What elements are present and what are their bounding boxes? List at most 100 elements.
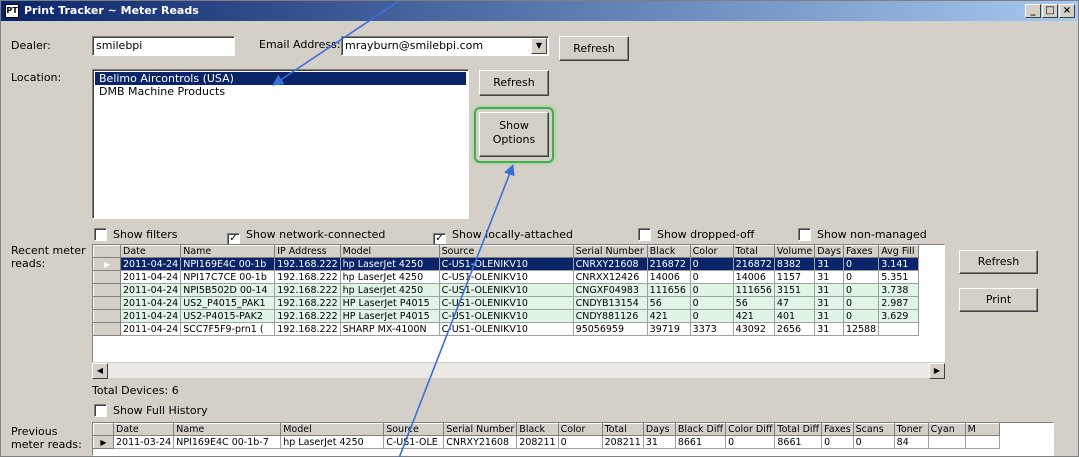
row-selector-arrow-icon[interactable] <box>93 283 121 297</box>
table-cell: CNGXF04983 <box>572 283 648 297</box>
table-cell: 208211 <box>601 435 644 449</box>
table-row[interactable]: 2011-04-24 US2_P4015_PAK1 192.168.222 HP La… <box>93 296 920 310</box>
highlight-ring <box>474 107 554 163</box>
row-selector-arrow-icon[interactable] <box>93 322 121 336</box>
table-cell: 31 <box>814 296 844 310</box>
column-header[interactable]: Source <box>438 245 574 258</box>
column-header[interactable]: Faxes <box>821 423 854 436</box>
scroll-right-arrow-icon[interactable]: ▶ <box>929 363 945 379</box>
column-header[interactable]: Total <box>601 423 644 436</box>
table-cell: C-US1-OLENIKV10 <box>438 296 574 310</box>
location-item-belimo[interactable]: Belimo Aircontrols (USA) <box>95 72 466 85</box>
row-selector-arrow-icon[interactable] <box>93 296 121 310</box>
table-row[interactable]: 2011-04-24 SCC7F5F9-prn1 (192.168.222 SHAR… <box>93 322 920 336</box>
column-header[interactable]: Volume <box>773 245 816 258</box>
column-header[interactable]: Color <box>557 423 603 436</box>
table-cell <box>927 435 966 449</box>
table-cell: 216872 <box>646 257 691 271</box>
table-cell: 8661 <box>774 435 823 449</box>
row-selector-arrow-icon[interactable]: ▶ <box>93 257 121 271</box>
column-header[interactable]: Color <box>689 245 734 258</box>
column-header[interactable]: Total Diff <box>774 423 823 436</box>
refresh-dealer-button[interactable]: Refresh <box>559 36 629 61</box>
table-cell: hp LaserJet 4250 <box>280 435 385 449</box>
recent-reads-label: Recent meter reads: <box>11 244 86 270</box>
table-cell: 192.168.222 <box>274 283 341 297</box>
checkbox-label: Show network-connected <box>246 228 386 241</box>
recent-horizontal-scrollbar[interactable]: ◀ ▶ <box>92 362 945 379</box>
email-select[interactable]: mrayburn@smilebpi.com ▼ <box>341 36 549 56</box>
minimize-button[interactable]: _ <box>1025 4 1041 18</box>
table-cell: 31 <box>814 270 844 284</box>
table-cell: 2011-04-24 <box>119 322 182 336</box>
table-row[interactable]: ▶ 2011-04-24 NPI169E4C 00-1b 192.168.222 hp … <box>93 257 920 271</box>
dealer-input[interactable]: smilebpi <box>92 36 235 56</box>
show-nonmanaged-checkbox[interactable]: Show non-managed <box>798 228 927 241</box>
table-cell: 401 <box>773 309 816 323</box>
table-cell: 8661 <box>674 435 727 449</box>
column-header[interactable]: Serial Number <box>572 245 648 258</box>
table-cell: 0 <box>842 296 880 310</box>
table-cell: 3151 <box>773 283 816 297</box>
column-header[interactable]: IP Address <box>274 245 341 258</box>
show-full-history-checkbox[interactable]: Show Full History <box>94 404 208 417</box>
title-bar[interactable]: PT Print Tracker ~ Meter Reads _ □ × <box>1 1 1078 21</box>
table-cell: C-US1-OLENIKV10 <box>438 270 574 284</box>
table-cell: 192.168.222 <box>274 322 341 336</box>
chevron-down-icon[interactable]: ▼ <box>531 38 547 54</box>
column-header[interactable]: Model <box>339 245 440 258</box>
table-cell: 0 <box>725 435 776 449</box>
row-selector-arrow-icon[interactable] <box>93 309 121 323</box>
column-header[interactable]: Serial Number <box>443 423 518 436</box>
column-header[interactable]: Avg Fill <box>878 245 920 258</box>
print-button[interactable]: Print <box>959 288 1038 312</box>
column-header[interactable]: Name <box>173 423 282 436</box>
row-header-corner <box>93 245 121 258</box>
table-cell: 0 <box>842 309 880 323</box>
column-header[interactable]: Total <box>732 245 775 258</box>
table-row[interactable]: 2011-04-24 NPI17C7CE 00-1b 192.168.222 hp L… <box>93 270 920 284</box>
column-header[interactable]: Name <box>180 245 276 258</box>
previous-reads-grid[interactable]: Date Name Model Source Serial Number Black Col… <box>92 422 1054 456</box>
location-list[interactable]: Belimo Aircontrols (USA) DMB Machine Pro… <box>92 69 469 219</box>
refresh-reads-button[interactable]: Refresh <box>959 250 1038 274</box>
table-row[interactable]: ▶ 2011-03-24 NPI169E4C 00-1b-7 hp LaserJet … <box>93 435 1000 449</box>
table-row[interactable]: 2011-04-24 US2-P4015-PAK2 192.168.222 HP La… <box>93 309 920 323</box>
column-header[interactable]: Date <box>119 245 182 258</box>
row-selector-arrow-icon[interactable]: ▶ <box>93 435 114 449</box>
column-header[interactable]: Source <box>383 423 445 436</box>
refresh-location-button[interactable]: Refresh <box>479 70 549 96</box>
column-header[interactable]: Days <box>642 423 676 436</box>
row-selector-arrow-icon[interactable] <box>93 270 121 284</box>
column-header[interactable]: Date <box>112 423 175 436</box>
column-header[interactable]: Black <box>646 245 691 258</box>
column-header[interactable]: Color Diff <box>725 423 776 436</box>
column-header[interactable]: Days <box>814 245 844 258</box>
table-cell: 192.168.222 <box>274 257 341 271</box>
column-header[interactable]: Black <box>516 423 559 436</box>
table-cell: 2.987 <box>878 296 920 310</box>
table-cell: C-US1-OLENIKV10 <box>438 257 574 271</box>
scroll-left-arrow-icon[interactable]: ◀ <box>92 363 108 379</box>
column-header[interactable]: Scans <box>852 423 895 436</box>
column-header[interactable]: Faxes <box>842 245 880 258</box>
column-header[interactable]: Model <box>280 423 385 436</box>
column-header[interactable]: Black Diff <box>674 423 727 436</box>
column-header[interactable]: M <box>964 423 1000 436</box>
table-cell: 31 <box>814 257 844 271</box>
column-header[interactable]: Cyan <box>927 423 966 436</box>
table-cell: 2011-04-24 <box>119 257 182 271</box>
checkbox-box <box>94 228 107 241</box>
location-item-dmb[interactable]: DMB Machine Products <box>95 85 466 98</box>
table-cell: US2-P4015-PAK2 <box>180 309 276 323</box>
recent-reads-grid[interactable]: Date Name IP Address Model Source Serial Numb… <box>92 244 945 378</box>
maximize-button[interactable]: □ <box>1042 4 1058 18</box>
table-cell: 31 <box>814 322 844 336</box>
show-dropped-checkbox[interactable]: Show dropped-off <box>638 228 754 241</box>
table-cell: 31 <box>642 435 676 449</box>
close-button[interactable]: × <box>1059 4 1075 18</box>
table-cell: C-US1-OLE <box>383 435 445 449</box>
table-row[interactable]: 2011-04-24 NPI5B502D 00-14 192.168.222 hp L… <box>93 283 920 297</box>
show-filters-checkbox[interactable]: Show filters <box>94 228 178 241</box>
column-header[interactable]: Toner <box>893 423 929 436</box>
